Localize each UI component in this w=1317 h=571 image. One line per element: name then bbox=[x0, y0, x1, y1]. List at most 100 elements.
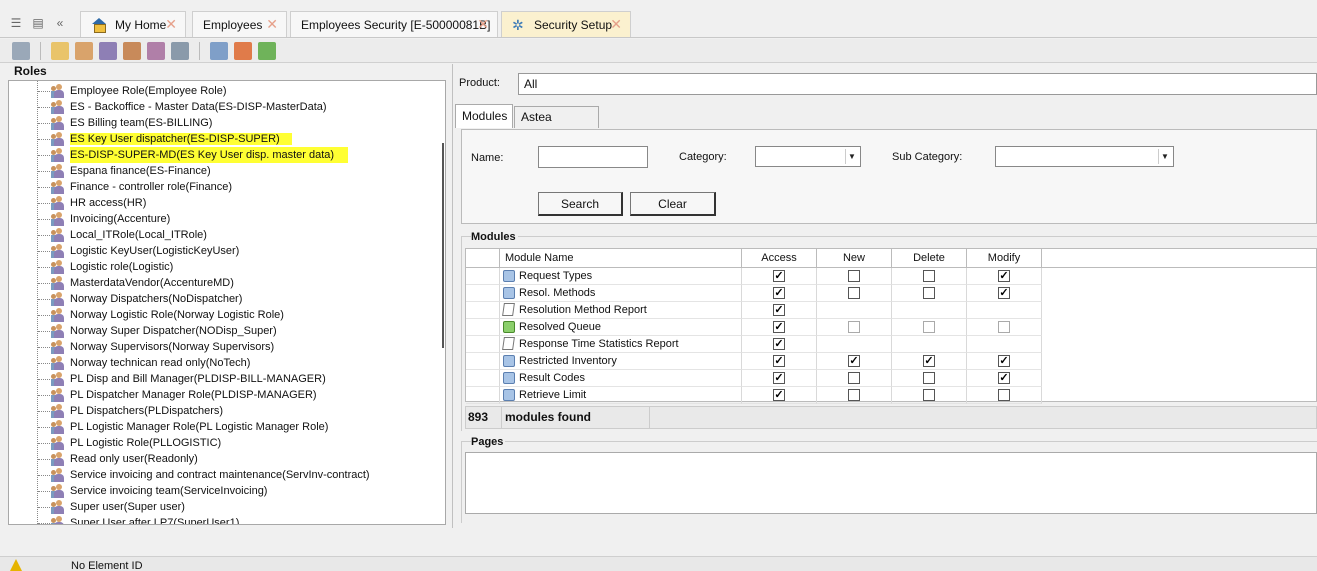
header-module-name[interactable]: Module Name bbox=[500, 249, 742, 268]
new-checkbox[interactable] bbox=[848, 270, 860, 282]
role-item[interactable]: PL Logistic Manager Role(PL Logistic Man… bbox=[9, 419, 429, 435]
category-select[interactable]: ▼ bbox=[755, 146, 861, 167]
role-item[interactable]: PL Logistic Role(PLLOGISTIC) bbox=[9, 435, 429, 451]
row-selector[interactable] bbox=[466, 370, 500, 387]
role-item[interactable]: Espana finance(ES-Finance) bbox=[9, 163, 429, 179]
role-item[interactable]: ES - Backoffice - Master Data(ES-DISP-Ma… bbox=[9, 99, 429, 115]
header-delete[interactable]: Delete bbox=[892, 249, 967, 268]
modify-checkbox[interactable] bbox=[998, 321, 1010, 333]
role-item[interactable]: Super User after LP7(SuperUser1) bbox=[9, 515, 429, 524]
table-row[interactable]: Request Types ✓ ✓ bbox=[466, 268, 1042, 285]
tab-security-setup[interactable]: ✲ Security Setup ✕ bbox=[501, 11, 631, 37]
new-folder-icon[interactable] bbox=[51, 41, 69, 60]
save-icon[interactable] bbox=[12, 41, 30, 60]
clear-button[interactable]: Clear bbox=[630, 192, 716, 216]
role-item[interactable]: Service invoicing and contract maintenan… bbox=[9, 467, 429, 483]
role-item[interactable]: Service invoicing team(ServiceInvoicing) bbox=[9, 483, 429, 499]
role-item[interactable]: ES-DISP-SUPER-MD(ES Key User disp. maste… bbox=[9, 147, 429, 163]
page-icon[interactable]: ▤ bbox=[30, 16, 46, 30]
delete-checkbox[interactable] bbox=[923, 287, 935, 299]
new-checkbox[interactable] bbox=[848, 372, 860, 384]
close-icon[interactable]: ✕ bbox=[165, 16, 177, 33]
upload-icon[interactable] bbox=[234, 41, 252, 60]
modify-checkbox[interactable]: ✓ bbox=[998, 270, 1010, 282]
modify-checkbox[interactable] bbox=[998, 389, 1010, 401]
close-icon[interactable]: ✕ bbox=[610, 16, 622, 33]
role-item[interactable]: Norway Dispatchers(NoDispatcher) bbox=[9, 291, 429, 307]
row-selector[interactable] bbox=[466, 319, 500, 336]
scroll-thumb[interactable] bbox=[442, 143, 444, 348]
menu-list-icon[interactable]: ☰ bbox=[8, 16, 24, 30]
role-item[interactable]: Norway Logistic Role(Norway Logistic Rol… bbox=[9, 307, 429, 323]
header-modify[interactable]: Modify bbox=[967, 249, 1042, 268]
user-remove-icon[interactable] bbox=[147, 41, 165, 60]
row-selector[interactable] bbox=[466, 302, 500, 319]
role-item[interactable]: Local_ITRole(Local_ITRole) bbox=[9, 227, 429, 243]
access-checkbox[interactable]: ✓ bbox=[773, 270, 785, 282]
new-checkbox[interactable] bbox=[848, 321, 860, 333]
delete-checkbox[interactable]: ✓ bbox=[923, 355, 935, 367]
row-selector[interactable] bbox=[466, 336, 500, 353]
delete-checkbox[interactable] bbox=[923, 389, 935, 401]
new-checkbox[interactable]: ✓ bbox=[848, 355, 860, 367]
delete-checkbox[interactable] bbox=[923, 321, 935, 333]
role-item[interactable]: Employee Role(Employee Role) bbox=[9, 83, 429, 99]
tab-astea-browser[interactable]: Astea Browser bbox=[514, 106, 599, 144]
new-checkbox[interactable] bbox=[848, 287, 860, 299]
tab-modules[interactable]: Modules bbox=[455, 104, 513, 128]
close-icon[interactable]: ✕ bbox=[477, 16, 489, 33]
role-item[interactable]: Finance - controller role(Finance) bbox=[9, 179, 429, 195]
access-checkbox[interactable]: ✓ bbox=[773, 389, 785, 401]
access-checkbox[interactable]: ✓ bbox=[773, 287, 785, 299]
role-item[interactable]: PL Dispatchers(PLDispatchers) bbox=[9, 403, 429, 419]
header-new[interactable]: New bbox=[817, 249, 892, 268]
tab-employees[interactable]: Employees ✕ bbox=[192, 11, 287, 37]
tab-employees-security[interactable]: Employees Security [E-50000081B] ✕ bbox=[290, 11, 498, 37]
row-selector[interactable] bbox=[466, 387, 500, 404]
modify-checkbox[interactable]: ✓ bbox=[998, 287, 1010, 299]
role-item[interactable]: Norway Super Dispatcher(NODisp_Super) bbox=[9, 323, 429, 339]
row-selector[interactable] bbox=[466, 268, 500, 285]
role-item[interactable]: Logistic role(Logistic) bbox=[9, 259, 429, 275]
role-item[interactable]: Read only user(Readonly) bbox=[9, 451, 429, 467]
header-access[interactable]: Access bbox=[742, 249, 817, 268]
role-item[interactable]: Norway Supervisors(Norway Supervisors) bbox=[9, 339, 429, 355]
role-item[interactable]: Norway technican read only(NoTech) bbox=[9, 355, 429, 371]
roles-scrollbar[interactable] bbox=[439, 81, 445, 524]
role-item[interactable]: PL Disp and Bill Manager(PLDISP-BILL-MAN… bbox=[9, 371, 429, 387]
modify-checkbox[interactable]: ✓ bbox=[998, 372, 1010, 384]
user-edit-icon[interactable] bbox=[123, 41, 141, 60]
subcategory-select[interactable]: ▼ bbox=[995, 146, 1174, 167]
product-field[interactable]: All bbox=[518, 73, 1317, 95]
role-item[interactable]: Invoicing(Accenture) bbox=[9, 211, 429, 227]
row-selector[interactable] bbox=[466, 353, 500, 370]
access-checkbox[interactable]: ✓ bbox=[773, 321, 785, 333]
delete-checkbox[interactable] bbox=[923, 270, 935, 282]
role-item[interactable]: ES Billing team(ES-BILLING) bbox=[9, 115, 429, 131]
pages-list[interactable] bbox=[465, 452, 1317, 514]
new-checkbox[interactable] bbox=[848, 389, 860, 401]
delete-checkbox[interactable] bbox=[923, 372, 935, 384]
table-row[interactable]: Response Time Statistics Report ✓ bbox=[466, 336, 1042, 353]
role-item[interactable]: ES Key User dispatcher(ES-DISP-SUPER) bbox=[9, 131, 429, 147]
table-row[interactable]: Resol. Methods ✓ ✓ bbox=[466, 285, 1042, 302]
table-row[interactable]: Resolution Method Report ✓ bbox=[466, 302, 1042, 319]
access-checkbox[interactable]: ✓ bbox=[773, 355, 785, 367]
access-checkbox[interactable]: ✓ bbox=[773, 372, 785, 384]
user-search-icon[interactable] bbox=[171, 41, 189, 60]
users-icon[interactable] bbox=[99, 41, 117, 60]
table-row[interactable]: Result Codes ✓ ✓ bbox=[466, 370, 1042, 387]
box-icon[interactable] bbox=[210, 41, 228, 60]
collapse-left-icon[interactable]: « bbox=[52, 16, 68, 30]
role-item[interactable]: Logistic KeyUser(LogisticKeyUser) bbox=[9, 243, 429, 259]
role-item[interactable]: HR access(HR) bbox=[9, 195, 429, 211]
row-selector[interactable] bbox=[466, 285, 500, 302]
search-button[interactable]: Search bbox=[538, 192, 623, 216]
role-item[interactable]: MasterdataVendor(AccentureMD) bbox=[9, 275, 429, 291]
name-input[interactable] bbox=[538, 146, 648, 168]
tab-my-home[interactable]: My Home ✕ bbox=[80, 11, 186, 37]
modify-checkbox[interactable]: ✓ bbox=[998, 355, 1010, 367]
table-row[interactable]: Retrieve Limit ✓ bbox=[466, 387, 1042, 404]
close-icon[interactable]: ✕ bbox=[266, 16, 278, 33]
table-row[interactable]: Restricted Inventory ✓ ✓ ✓ ✓ bbox=[466, 353, 1042, 370]
